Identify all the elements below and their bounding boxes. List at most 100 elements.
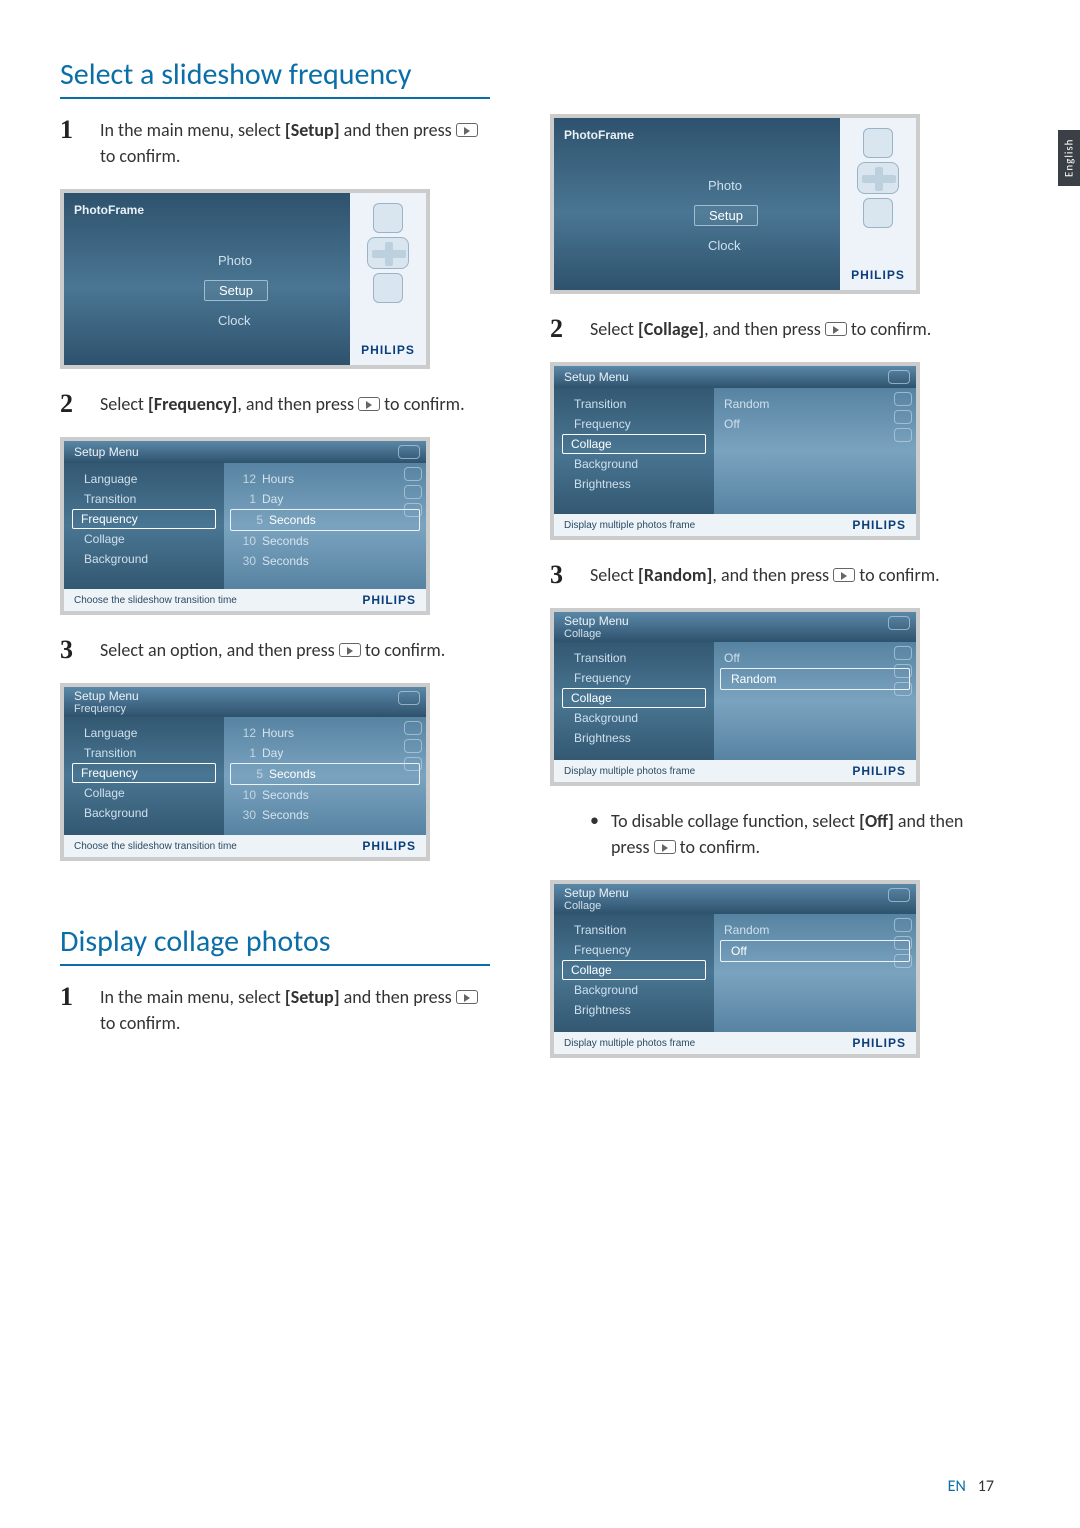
header-icon (398, 445, 420, 459)
menu-item: Clock (694, 236, 758, 255)
screenshot-setup-menu: Setup Menu Collage Transition Frequency … (550, 608, 920, 786)
list-item-selected: Collage (562, 688, 706, 708)
hint-text: Display multiple photos frame (564, 1038, 695, 1049)
step-number: 1 (60, 117, 84, 143)
footer-page: 17 (978, 1477, 994, 1496)
brand-logo: PHILIPS (852, 764, 906, 778)
menu-item: Photo (204, 251, 268, 270)
step-number: 3 (60, 637, 84, 663)
dpad-icon (365, 203, 411, 303)
list-item-selected: Collage (562, 434, 706, 454)
list-item: Language (64, 469, 224, 489)
list-item: Frequency (554, 414, 714, 434)
hint-text: Choose the slideshow transition time (74, 841, 237, 852)
play-icon (654, 840, 676, 854)
setup-menu-title: Setup Menu (74, 445, 426, 459)
hint-text: Display multiple photos frame (564, 766, 695, 777)
step-text: Select an option, and then press to conf… (100, 637, 490, 663)
screenshot-title: PhotoFrame (74, 203, 144, 217)
screenshot-title: PhotoFrame (564, 128, 634, 142)
setup-menu-subtitle: Collage (564, 628, 916, 640)
main-menu-list: Photo Setup Clock (204, 251, 268, 330)
brand-logo: PHILIPS (851, 268, 905, 282)
setup-menu-title: Setup Menu (564, 886, 916, 900)
list-item: Brightness (554, 1000, 714, 1020)
list-item: Background (64, 549, 224, 569)
setup-menu-title: Setup Menu (564, 614, 916, 628)
list-item: Transition (554, 920, 714, 940)
list-item: Brightness (554, 728, 714, 748)
list-item: Frequency (554, 940, 714, 960)
play-icon (456, 123, 478, 137)
list-item: Collage (64, 783, 224, 803)
screenshot-setup-menu: Setup Menu Frequency Language Transition… (60, 683, 430, 861)
value-selected: 5Seconds (230, 763, 420, 785)
bullet-icon: • (590, 808, 599, 860)
menu-item-selected: Setup (694, 205, 758, 226)
brand-logo: PHILIPS (852, 1036, 906, 1050)
list-item: Language (64, 723, 224, 743)
section-heading-collage: Display collage photos (60, 923, 490, 966)
step-text: Select [Collage], and then press to conf… (590, 316, 980, 342)
brand-logo: PHILIPS (852, 518, 906, 532)
list-item: Background (554, 454, 714, 474)
play-icon (358, 397, 380, 411)
brand-logo: PHILIPS (362, 593, 416, 607)
main-menu-list: Photo Setup Clock (694, 176, 758, 255)
setup-menu-title: Setup Menu (74, 689, 426, 703)
brand-logo: PHILIPS (362, 839, 416, 853)
play-icon (833, 568, 855, 582)
list-item: Brightness (554, 474, 714, 494)
play-icon (456, 990, 478, 1004)
menu-item: Photo (694, 176, 758, 195)
setup-menu-subtitle: Frequency (74, 703, 426, 715)
value-item: Random (714, 394, 916, 414)
step-text: In the main menu, select [Setup] and the… (100, 117, 490, 169)
value-selected: Off (720, 940, 910, 962)
list-item: Transition (554, 394, 714, 414)
setup-menu-subtitle: Collage (564, 900, 916, 912)
list-item: Frequency (554, 668, 714, 688)
play-icon (339, 643, 361, 657)
list-item: Collage (64, 529, 224, 549)
value-selected: 5Seconds (230, 509, 420, 531)
list-item: Transition (64, 743, 224, 763)
value-selected: Random (720, 668, 910, 690)
step-text: Select [Random], and then press to confi… (590, 562, 980, 588)
value-item: Random (714, 920, 916, 940)
screenshot-setup-menu: Setup Menu Language Transition Frequency… (60, 437, 430, 615)
list-item-selected: Collage (562, 960, 706, 980)
step-text: In the main menu, select [Setup] and the… (100, 984, 490, 1036)
list-item: Transition (64, 489, 224, 509)
step-number: 1 (60, 984, 84, 1010)
header-icon (398, 691, 420, 705)
setup-menu-title: Setup Menu (564, 370, 916, 384)
list-item-selected: Frequency (72, 763, 216, 783)
dpad-bottom-icon (373, 273, 403, 303)
value-item: Off (714, 648, 916, 668)
list-item: Background (64, 803, 224, 823)
screenshot-main-menu: PhotoFrame Photo Setup Clock PHILIPS (550, 114, 920, 294)
screenshot-setup-menu: Setup Menu Transition Frequency Collage … (550, 362, 920, 540)
footer-lang: EN (948, 1477, 966, 1496)
step-number: 3 (550, 562, 574, 588)
hint-text: Choose the slideshow transition time (74, 595, 237, 606)
screenshot-setup-menu: Setup Menu Collage Transition Frequency … (550, 880, 920, 1058)
dpad-cross-icon (367, 237, 409, 269)
screenshot-main-menu: PhotoFrame Photo Setup Clock PHILIPS (60, 189, 430, 369)
menu-item: Clock (204, 311, 268, 330)
list-item-selected: Frequency (72, 509, 216, 529)
list-item: Background (554, 980, 714, 1000)
language-tab: English (1058, 130, 1080, 186)
step-number: 2 (60, 391, 84, 417)
bullet-text: To disable collage function, select [Off… (611, 808, 980, 860)
dpad-top-icon (373, 203, 403, 233)
menu-item-selected: Setup (204, 280, 268, 301)
value-item: Off (714, 414, 916, 434)
step-number: 2 (550, 316, 574, 342)
brand-logo: PHILIPS (361, 343, 415, 357)
play-icon (825, 322, 847, 336)
hint-text: Display multiple photos frame (564, 520, 695, 531)
step-text: Select [Frequency], and then press to co… (100, 391, 490, 417)
list-item: Background (554, 708, 714, 728)
